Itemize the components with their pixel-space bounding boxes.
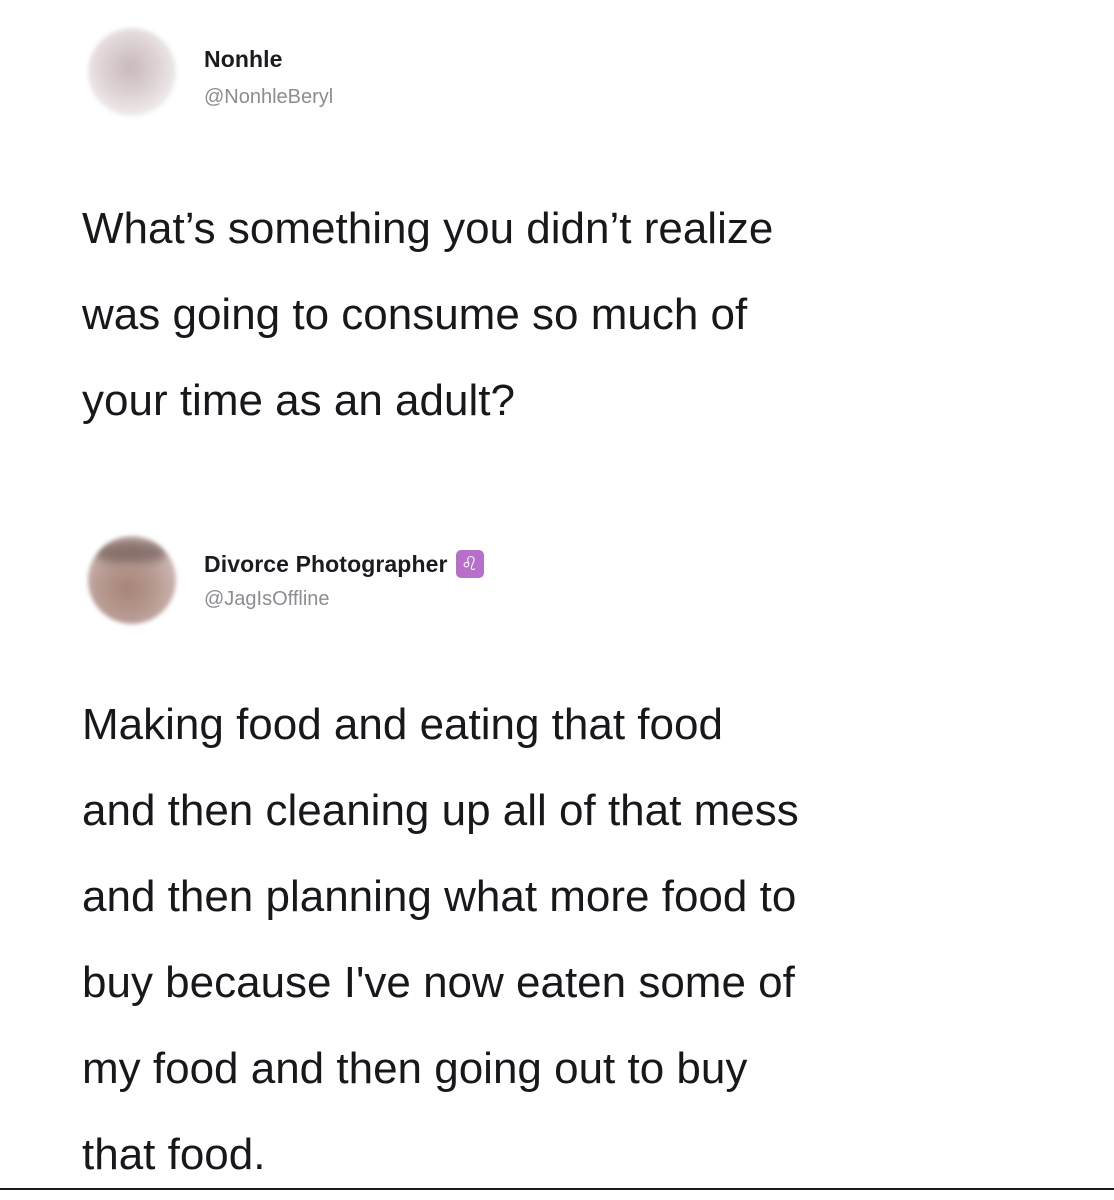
author-row: Divorce Photographer ♌: [204, 550, 484, 578]
display-name[interactable]: Nonhle: [204, 46, 283, 73]
avatar[interactable]: [88, 536, 176, 624]
author-row: Nonhle: [204, 46, 283, 73]
display-name[interactable]: Divorce Photographer: [204, 551, 448, 578]
leo-zodiac-icon: ♌: [455, 550, 484, 578]
user-handle[interactable]: @JagIsOffline: [204, 588, 330, 611]
divider: [0, 1188, 1114, 1190]
tweet-text: Making food and eating that food and the…: [82, 700, 799, 1179]
user-handle[interactable]: @NonhleBeryl: [204, 86, 333, 109]
tweet-text: What’s something you didn’t realize was …: [82, 204, 774, 425]
avatar[interactable]: [88, 28, 176, 116]
